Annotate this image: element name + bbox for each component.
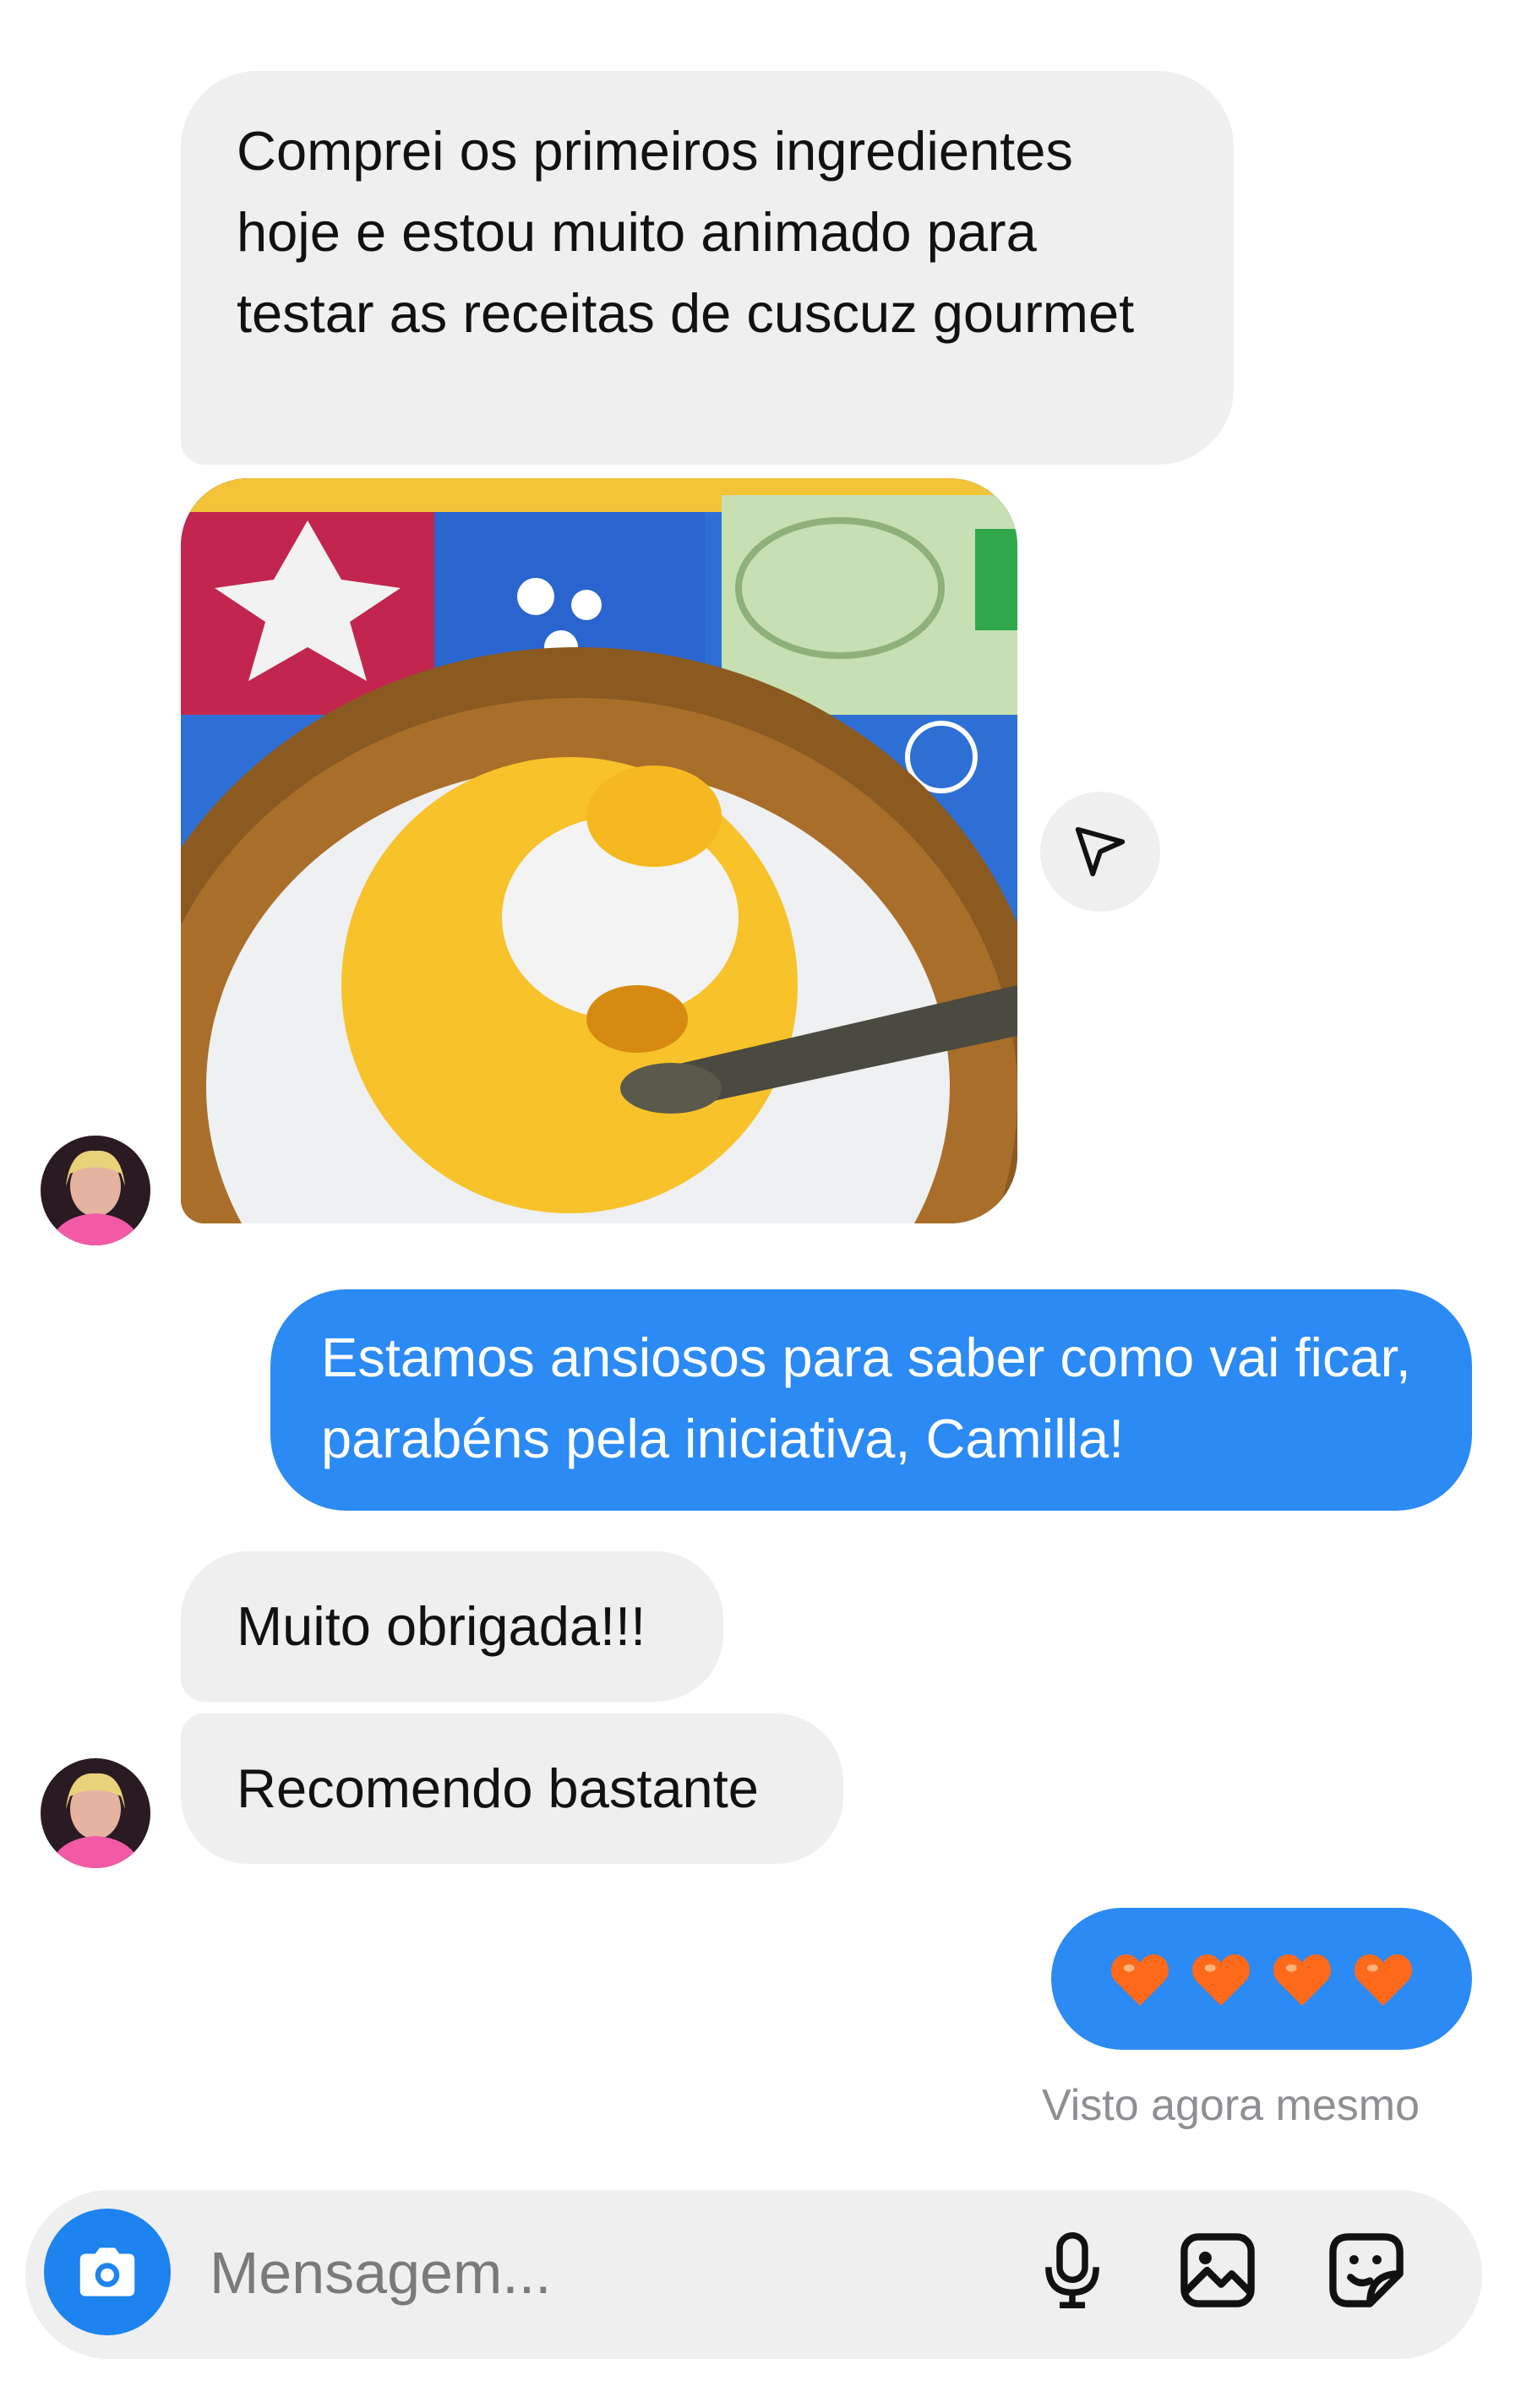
avatar[interactable] — [41, 1758, 150, 1868]
message-text: Comprei os primeiros ingredientes hoje e… — [237, 120, 1135, 344]
orange-heart-icon — [1110, 1954, 1169, 2006]
avatar[interactable] — [41, 1136, 150, 1245]
incoming-message-bubble[interactable]: Recomendo bastante — [181, 1713, 843, 1864]
outgoing-emoji-message[interactable] — [1051, 1908, 1472, 2050]
gallery-button[interactable] — [1171, 2224, 1264, 2317]
sticker-button[interactable] — [1320, 2224, 1413, 2317]
sticker-icon — [1329, 2233, 1404, 2307]
couscous-photo — [181, 478, 1017, 1223]
microphone-button[interactable] — [1026, 2224, 1119, 2317]
message-input[interactable] — [210, 2231, 970, 2315]
contact-photo — [41, 1136, 150, 1245]
orange-heart-icon — [1273, 1954, 1332, 2006]
incoming-message-bubble[interactable]: Comprei os primeiros ingredientes hoje e… — [181, 71, 1234, 465]
seen-status: Visto agora mesmo — [1041, 2081, 1420, 2130]
camera-button[interactable] — [44, 2209, 171, 2335]
orange-heart-icon — [1354, 1954, 1413, 2006]
orange-heart-icon — [1191, 1954, 1251, 2006]
incoming-message-bubble[interactable]: Muito obrigada!!! — [181, 1551, 723, 1702]
image-icon — [1180, 2233, 1255, 2307]
share-button[interactable] — [1040, 792, 1160, 912]
paper-plane-icon — [1075, 826, 1126, 877]
contact-photo — [41, 1758, 150, 1868]
microphone-icon — [1045, 2232, 1099, 2308]
outgoing-message-bubble[interactable]: Estamos ansiosos para saber como vai fic… — [270, 1289, 1472, 1511]
message-text: Muito obrigada!!! — [237, 1595, 646, 1657]
incoming-image-message[interactable] — [181, 478, 1017, 1223]
camera-icon — [79, 2247, 135, 2296]
message-text: Estamos ansiosos para saber como vai fic… — [321, 1327, 1411, 1469]
message-text: Recomendo bastante — [237, 1757, 759, 1819]
